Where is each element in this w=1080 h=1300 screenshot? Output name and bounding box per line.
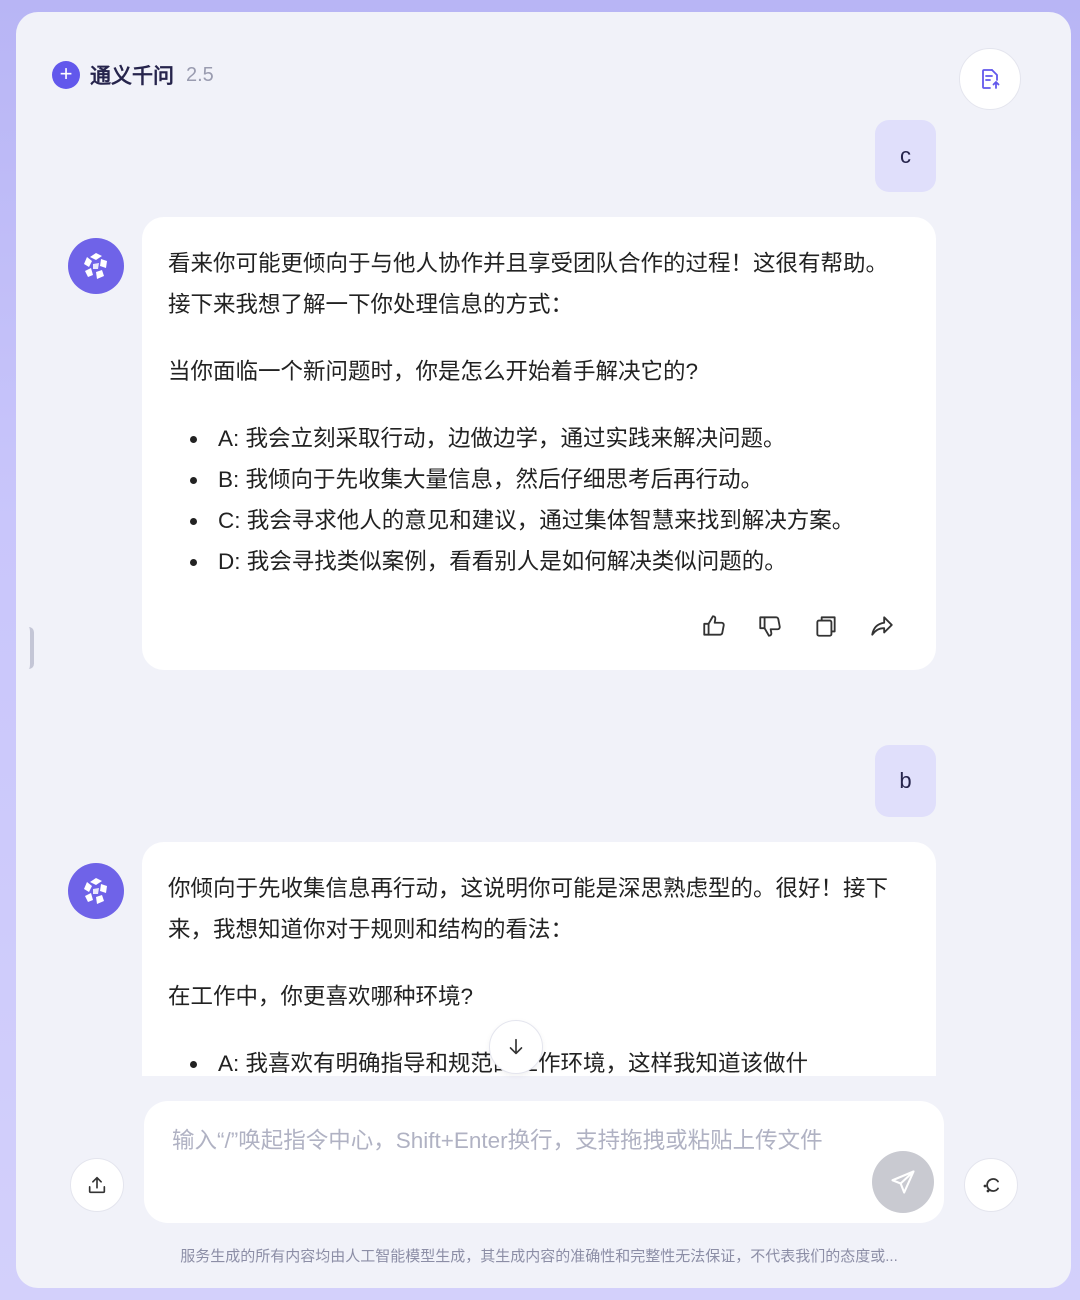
qwen-logo-icon [84, 878, 107, 904]
qwen-logo-icon [84, 253, 107, 279]
assistant-intro: 看来你可能更倾向于与他人协作并且享受团队合作的过程！这很有帮助。接下来我想了解一… [168, 251, 889, 317]
user-message-text: c [900, 143, 911, 168]
list-item: B: 我倾向于先收集大量信息，然后仔细思考后再行动。 [168, 459, 910, 500]
assistant-question: 当你面临一个新问题时，你是怎么开始着手解决它的? [168, 359, 699, 384]
scroll-to-bottom-button[interactable] [489, 1020, 543, 1074]
assistant-question: 在工作中，你更喜欢哪种环境? [168, 984, 474, 1009]
thumbs-down-button[interactable] [756, 612, 784, 640]
share-button[interactable] [868, 612, 896, 640]
sidebar-toggle-handle[interactable] [28, 627, 34, 669]
tools-button[interactable] [964, 1158, 1018, 1212]
share-icon [871, 616, 893, 636]
copy-button[interactable] [812, 612, 840, 640]
thumbs-up-icon [703, 615, 725, 636]
thumbs-down-icon [759, 616, 781, 637]
option-list: A: 我会立刻采取行动，边做边学，通过实践来解决问题。 B: 我倾向于先收集大量… [168, 418, 910, 582]
disclaimer-text: 服务生成的所有内容均由人工智能模型生成，其生成内容的准确性和完整性无法保证，不代… [180, 1248, 898, 1265]
upload-button[interactable] [70, 1158, 124, 1212]
user-message: c [875, 120, 936, 192]
chat-window: + 通义千问 2.5 c 看来你可能更倾向于与他人协作并且享受团队合作的过程！这… [16, 12, 1071, 1288]
user-message: b [875, 745, 936, 817]
thumbs-up-button[interactable] [700, 612, 728, 640]
app-header: + 通义千问 2.5 [52, 60, 214, 90]
assistant-intro: 你倾向于先收集信息再行动，这说明你可能是深思熟虑型的。很好！接下来，我想知道你对… [168, 876, 889, 942]
upload-icon [88, 1176, 106, 1194]
app-version: 2.5 [186, 63, 214, 86]
assistant-avatar [68, 238, 124, 294]
user-message-text: b [899, 768, 912, 793]
assistant-avatar [68, 863, 124, 919]
message-composer [144, 1101, 944, 1223]
assistant-message: 看来你可能更倾向于与他人协作并且享受团队合作的过程！这很有帮助。接下来我想了解一… [142, 217, 936, 670]
list-item: C: 我会寻求他人的意见和建议，通过集体智慧来找到解决方案。 [168, 500, 910, 541]
app-title: 通义千问 [90, 65, 174, 88]
list-item: A: 我会立刻采取行动，边做边学，通过实践来解决问题。 [168, 418, 910, 459]
document-upload-icon [982, 69, 1000, 89]
copy-icon [816, 616, 836, 637]
chat-scroll-area[interactable]: + 通义千问 2.5 c 看来你可能更倾向于与他人协作并且享受团队合作的过程！这… [16, 12, 1071, 1076]
plus-icon[interactable]: + [52, 61, 80, 89]
arrow-down-icon [509, 1038, 523, 1055]
send-icon [891, 1170, 915, 1194]
send-button[interactable] [872, 1151, 934, 1213]
tools-icon [983, 1178, 999, 1193]
message-actions [168, 600, 910, 670]
list-item: D: 我会寻找类似案例，看看别人是如何解决类似问题的。 [168, 541, 910, 582]
message-input[interactable] [172, 1123, 852, 1203]
document-upload-button[interactable] [959, 48, 1021, 110]
